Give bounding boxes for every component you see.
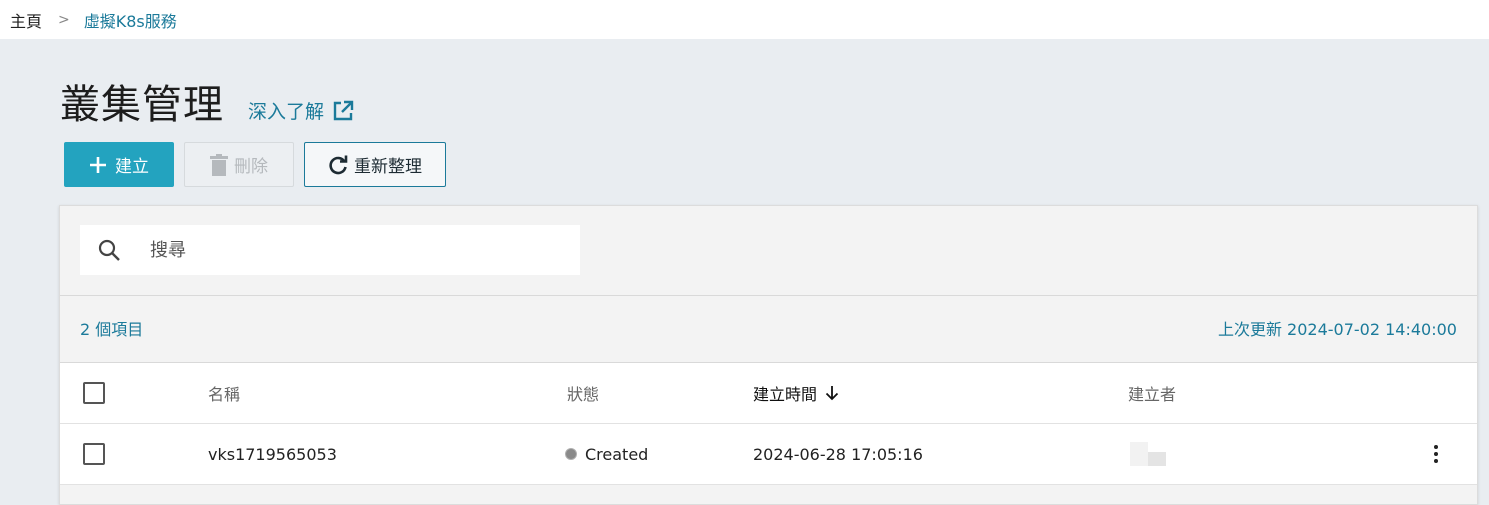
column-header-creator[interactable]: 建立者 bbox=[1128, 363, 1176, 423]
column-header-status[interactable]: 狀態 bbox=[567, 363, 599, 423]
table-header-row: 名稱 狀態 建立時間 建立者 bbox=[60, 363, 1477, 424]
learn-more-link[interactable]: 深入了解 bbox=[248, 97, 354, 124]
refresh-button-label: 重新整理 bbox=[354, 157, 422, 177]
toolbar: 建立 刪除 重新整理 bbox=[64, 142, 446, 187]
trash-icon bbox=[210, 153, 228, 176]
breadcrumb-separator: > bbox=[58, 11, 70, 28]
divider bbox=[60, 295, 1477, 296]
column-header-name[interactable]: 名稱 bbox=[208, 363, 240, 423]
more-actions-icon[interactable] bbox=[1430, 441, 1442, 467]
cluster-created-at-cell: 2024-06-28 17:05:16 bbox=[753, 424, 923, 484]
create-button-label: 建立 bbox=[115, 157, 149, 177]
select-all-checkbox[interactable] bbox=[83, 382, 105, 404]
cluster-created-at: 2024-06-28 17:05:16 bbox=[753, 444, 923, 464]
create-button[interactable]: 建立 bbox=[64, 142, 174, 187]
row-checkbox[interactable] bbox=[83, 443, 105, 465]
status-dot-icon bbox=[565, 448, 577, 460]
row-select-cell bbox=[83, 424, 105, 484]
breadcrumb: 主頁 > 虛擬K8s服務 bbox=[0, 0, 1489, 39]
cluster-name-cell: vks1719565053 bbox=[208, 424, 337, 484]
last-updated: 上次更新 2024-07-02 14:40:00 bbox=[1217, 320, 1457, 339]
column-header-name-label: 名稱 bbox=[208, 385, 241, 404]
page-header: 叢集管理 深入了解 bbox=[60, 72, 354, 130]
cluster-name[interactable]: vks1719565053 bbox=[208, 445, 337, 464]
column-header-created-at[interactable]: 建立時間 bbox=[753, 363, 839, 423]
row-actions-cell bbox=[1430, 424, 1442, 484]
item-count: 2 個項目 bbox=[80, 320, 144, 339]
cluster-status-cell: Created bbox=[565, 424, 648, 484]
delete-button[interactable]: 刪除 bbox=[184, 142, 294, 187]
refresh-button[interactable]: 重新整理 bbox=[304, 142, 446, 187]
select-all-cell bbox=[83, 363, 105, 423]
search-box bbox=[80, 225, 580, 275]
column-header-status-label: 狀態 bbox=[567, 385, 600, 404]
column-header-created-at-label: 建立時間 bbox=[753, 385, 818, 404]
refresh-icon bbox=[329, 155, 348, 174]
sort-descending-icon bbox=[825, 386, 839, 401]
learn-more-label: 深入了解 bbox=[248, 101, 325, 123]
breadcrumb-home-link[interactable]: 主頁 bbox=[10, 8, 42, 32]
column-header-creator-label: 建立者 bbox=[1128, 385, 1177, 404]
search-input[interactable] bbox=[150, 239, 530, 261]
breadcrumb-current-link[interactable]: 虛擬K8s服務 bbox=[84, 8, 177, 32]
summary-row: 2 個項目 上次更新 2024-07-02 14:40:00 bbox=[80, 316, 1457, 340]
cluster-creator-cell bbox=[1130, 424, 1168, 484]
search-icon bbox=[98, 239, 120, 261]
page-title: 叢集管理 bbox=[60, 82, 224, 128]
table-row: vks1719565053 Created 2024-06-28 17:05:1… bbox=[60, 424, 1477, 485]
plus-icon bbox=[90, 156, 106, 173]
cluster-status: Created bbox=[585, 444, 649, 464]
cluster-list-panel: 2 個項目 上次更新 2024-07-02 14:40:00 名稱 狀態 建立時… bbox=[59, 205, 1478, 505]
creator-redacted bbox=[1130, 442, 1168, 466]
delete-button-label: 刪除 bbox=[234, 157, 268, 177]
cluster-table: 名稱 狀態 建立時間 建立者 vks1719565053 Created 202… bbox=[60, 363, 1477, 485]
external-link-icon bbox=[333, 100, 354, 120]
